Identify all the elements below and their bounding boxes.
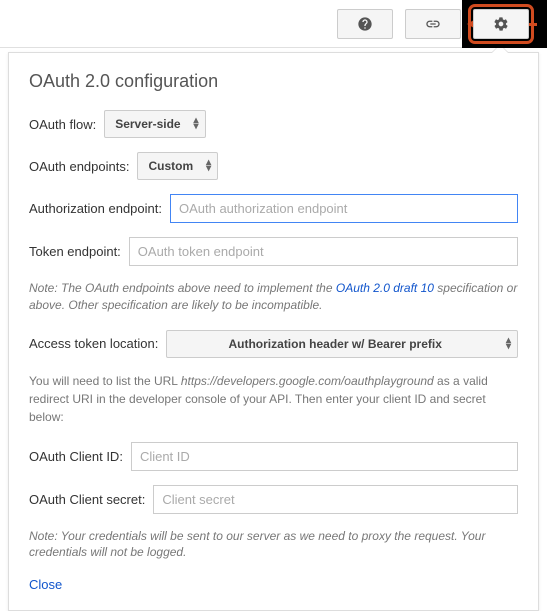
close-link[interactable]: Close [29, 577, 62, 592]
endpoints-note: Note: The OAuth endpoints above need to … [29, 280, 518, 314]
chevron-updown-icon: ▴▾ [194, 118, 199, 130]
note-text: Note: The OAuth endpoints above need to … [29, 281, 336, 295]
oauth-flow-value: Server-side [115, 117, 180, 131]
desc-url: https://developers.google.com/oauthplayg… [181, 374, 434, 388]
oauth-endpoints-label: OAuth endpoints: [29, 159, 129, 174]
oauth-flow-select[interactable]: Server-side ▴▾ [104, 110, 205, 138]
oauth-flow-label: OAuth flow: [29, 117, 96, 132]
chevron-updown-icon: ▴▾ [506, 338, 511, 350]
link-button[interactable] [405, 9, 461, 39]
auth-endpoint-input[interactable] [170, 194, 518, 223]
oauth-endpoints-select[interactable]: Custom ▴▾ [137, 152, 218, 180]
redirect-desc: You will need to list the URL https://de… [29, 372, 518, 426]
oauth-config-panel: OAuth 2.0 configuration OAuth flow: Serv… [8, 52, 539, 611]
client-secret-label: OAuth Client secret: [29, 492, 145, 507]
chevron-updown-icon: ▴▾ [206, 160, 211, 172]
help-button[interactable] [337, 9, 393, 39]
token-endpoint-input[interactable] [129, 237, 518, 266]
client-id-input[interactable] [131, 442, 518, 471]
access-token-label: Access token location: [29, 336, 158, 351]
auth-endpoint-label: Authorization endpoint: [29, 201, 162, 216]
settings-button[interactable] [473, 9, 529, 39]
access-token-select[interactable]: Authorization header w/ Bearer prefix ▴▾ [166, 330, 518, 358]
client-secret-input[interactable] [153, 485, 518, 514]
oauth-spec-link[interactable]: OAuth 2.0 draft 10 [336, 281, 434, 295]
panel-title: OAuth 2.0 configuration [29, 71, 518, 92]
desc-text: You will need to list the URL [29, 374, 181, 388]
token-endpoint-label: Token endpoint: [29, 244, 121, 259]
access-token-value: Authorization header w/ Bearer prefix [228, 337, 441, 351]
link-icon [425, 16, 441, 32]
oauth-endpoints-value: Custom [148, 159, 193, 173]
gear-icon [493, 16, 509, 32]
credentials-note: Note: Your credentials will be sent to o… [29, 528, 518, 562]
help-icon [357, 16, 373, 32]
client-id-label: OAuth Client ID: [29, 449, 123, 464]
